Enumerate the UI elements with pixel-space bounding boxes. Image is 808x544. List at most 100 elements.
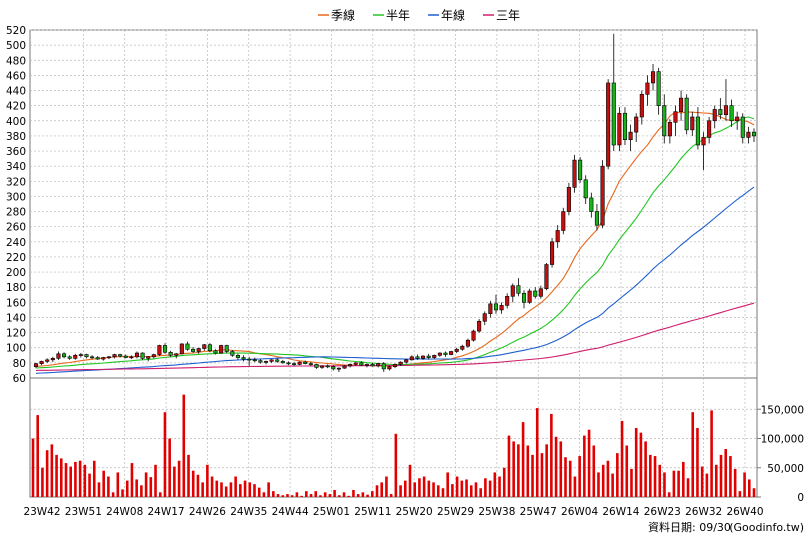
- candle-up: [50, 358, 55, 361]
- candle-up: [376, 363, 381, 367]
- candle-up: [404, 359, 409, 363]
- candle-up: [437, 352, 442, 356]
- candle-up: [146, 356, 151, 359]
- volume-bar: [107, 476, 110, 497]
- candle-up: [202, 344, 207, 349]
- candle-up: [566, 187, 571, 212]
- volume-bar: [74, 461, 77, 497]
- volume-bar: [243, 480, 247, 497]
- volume-bar: [488, 480, 492, 497]
- candle-up: [527, 290, 532, 303]
- volume-bar: [455, 476, 459, 497]
- x-tick-label: 25W01: [313, 506, 350, 518]
- x-tick-label: 25W20: [396, 506, 433, 518]
- candle-up: [544, 264, 549, 290]
- price-tick-label: 200: [6, 267, 26, 279]
- candle-down: [207, 344, 212, 352]
- candle-up: [432, 355, 437, 358]
- candle-up: [735, 116, 740, 122]
- candle-up: [645, 82, 650, 95]
- volume-bar: [385, 476, 388, 497]
- ma-quarter-line: [35, 111, 755, 367]
- volume-bar: [361, 492, 365, 497]
- candle-down: [533, 290, 538, 297]
- candle-up: [449, 351, 454, 355]
- volume-bar: [36, 415, 40, 497]
- volume-bar: [441, 488, 445, 497]
- volume-bar: [41, 467, 44, 497]
- candle-up: [219, 345, 224, 354]
- candle-up: [151, 354, 156, 358]
- candle-up: [297, 361, 302, 365]
- volume-bar: [540, 453, 544, 497]
- volume-bar: [710, 410, 713, 497]
- volume-bar: [554, 436, 558, 497]
- volume-bar: [328, 494, 332, 497]
- volume-bar: [620, 420, 624, 497]
- candle-up: [673, 111, 678, 123]
- price-tick-label: 320: [6, 176, 26, 188]
- volume-bar: [45, 450, 49, 497]
- price-tick-label: 420: [6, 101, 26, 113]
- candle-up: [348, 364, 353, 367]
- volume-bar: [747, 479, 751, 497]
- plot-frame: [29, 29, 758, 498]
- volume-bar: [653, 456, 657, 497]
- price-tick-label: 340: [6, 161, 26, 173]
- candle-down: [140, 352, 145, 359]
- candle-up: [45, 359, 50, 362]
- candle-up: [746, 131, 751, 138]
- candle-up: [78, 354, 83, 356]
- volume-bar: [267, 482, 270, 497]
- volume-bar: [606, 460, 610, 497]
- candle-up: [690, 116, 695, 131]
- volume-bar: [121, 489, 124, 497]
- candle-down: [224, 345, 229, 352]
- volume-bar: [630, 468, 633, 497]
- price-tick-label: 500: [6, 40, 26, 52]
- volume-bar: [545, 444, 548, 497]
- volume-bar: [375, 485, 379, 497]
- candle-up: [499, 305, 504, 311]
- volume-bar: [319, 495, 322, 497]
- candle-down: [331, 366, 336, 370]
- volume-bar: [64, 463, 68, 497]
- candle-down: [168, 351, 173, 356]
- candle-up: [555, 230, 560, 243]
- grid: [29, 29, 758, 498]
- volume-bar: [229, 482, 233, 497]
- price-tick-label: 520: [6, 25, 26, 37]
- volume-bar: [526, 445, 530, 497]
- volume-bar: [224, 486, 228, 497]
- footer-date: 資料日期: 09/30: [648, 520, 731, 534]
- candle-down: [84, 354, 89, 358]
- candle-up: [712, 109, 717, 122]
- price-tick-label: 240: [6, 237, 26, 249]
- candle-up: [723, 105, 728, 116]
- volume-bar: [305, 491, 308, 497]
- volume-bar: [290, 495, 294, 497]
- footer-source: (Goodinfo.tw): [729, 521, 804, 534]
- volume-bar: [50, 444, 54, 497]
- candle-down: [90, 356, 95, 359]
- candle-down: [241, 357, 246, 360]
- candle-up: [667, 121, 672, 137]
- volume-bar: [568, 460, 572, 497]
- candle-down: [611, 82, 616, 146]
- axes: 80 100 120 140 160 180 200 220 240 260 280 300 320 34…: [6, 25, 804, 518]
- volume-bar: [451, 484, 454, 497]
- candle-up: [353, 362, 358, 365]
- x-tick-label: 26W40: [726, 506, 763, 518]
- volume-bar: [649, 454, 652, 497]
- candle-down: [252, 359, 257, 362]
- legend-label: 季線: [331, 8, 355, 23]
- volume-bar: [380, 482, 384, 497]
- x-tick-label: 25W47: [520, 506, 557, 518]
- volume-bar: [696, 427, 699, 497]
- volume-bar: [135, 479, 138, 497]
- candle-down: [656, 71, 661, 106]
- volume-bar: [634, 427, 638, 497]
- x-tick-label: 26W04: [561, 506, 598, 518]
- candle-down: [359, 362, 364, 366]
- candle-up: [471, 330, 476, 341]
